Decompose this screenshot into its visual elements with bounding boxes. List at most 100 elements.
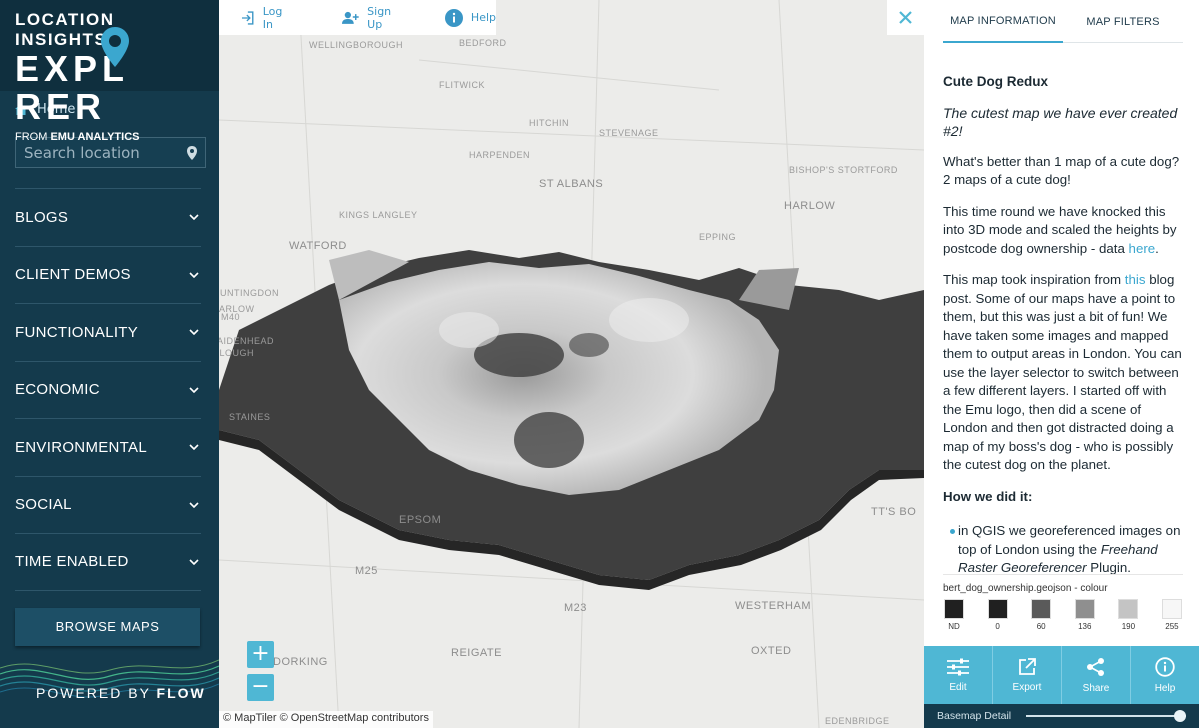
location-pin-logo-icon	[101, 27, 129, 67]
paragraph: This map took inspiration from this blog…	[943, 272, 1182, 472]
basemap-label: Basemap Detail	[937, 710, 1012, 722]
edit-button[interactable]: Edit	[924, 646, 993, 704]
nav-item-environmental[interactable]: ENVIRONMENTAL	[15, 418, 201, 476]
swatch-label: ND	[948, 622, 960, 631]
chevron-down-icon	[189, 329, 199, 336]
close-panel-button[interactable]	[887, 0, 924, 35]
how-list: in QGIS we georeferenced images on top o…	[943, 522, 1186, 578]
place-label: ST ALBANS	[539, 178, 604, 190]
list-item: in QGIS we georeferenced images on top o…	[950, 522, 1186, 578]
place-label: HARLOW	[784, 200, 836, 212]
place-label: FLITWICK	[439, 80, 485, 90]
place-label: STEVENAGE	[599, 128, 659, 138]
tab-map-information[interactable]: MAP INFORMATION	[943, 0, 1063, 43]
login-button[interactable]: Log In	[241, 5, 295, 31]
swatch-label: 60	[1036, 622, 1046, 631]
basemap-detail-slider[interactable]	[1026, 710, 1186, 722]
nav-item-economic[interactable]: ECONOMIC	[15, 360, 201, 419]
map-title: Cute Dog Redux	[943, 74, 1049, 89]
panel-tabs: MAP INFORMATION MAP FILTERS	[943, 0, 1183, 43]
map-description: Cute Dog Redux The cutest map we have ev…	[943, 73, 1186, 592]
signup-button[interactable]: Sign Up	[341, 5, 408, 31]
legend-swatch: 60	[1030, 599, 1052, 631]
place-label: DORKING	[273, 656, 328, 668]
share-button[interactable]: Share	[1062, 646, 1131, 704]
color-legend: bert_dog_ownership.geojson - colour ND 0 6…	[943, 574, 1183, 631]
legend-swatch: 255	[1161, 599, 1183, 631]
action-bar: Edit Export Share Help	[924, 646, 1199, 704]
zoom-out-button[interactable]: −	[247, 674, 274, 701]
chevron-down-icon	[189, 387, 199, 393]
swatch-label: 136	[1078, 622, 1092, 631]
tab-map-filters[interactable]: MAP FILTERS	[1063, 0, 1183, 43]
place-label: MAIDENHEAD	[219, 336, 275, 346]
swatch-label: 190	[1121, 622, 1136, 631]
place-label: M23	[564, 602, 587, 614]
place-label: STAINES	[229, 412, 271, 422]
nav-label: FUNCTIONALITY	[15, 323, 139, 341]
place-label: HUNTINGDON	[219, 288, 279, 298]
info-panel: MAP INFORMATION MAP FILTERS Cute Dog Red…	[924, 0, 1199, 728]
browse-maps-button[interactable]: BROWSE MAPS	[15, 608, 200, 646]
nav-label: BLOGS	[15, 208, 69, 226]
sliders-icon	[947, 658, 969, 675]
nav-item-functionality[interactable]: FUNCTIONALITY	[15, 303, 201, 361]
place-label: KINGS LANGLEY	[339, 210, 418, 220]
close-icon	[899, 11, 912, 24]
paragraph: This time round we have knocked this int…	[943, 203, 1177, 256]
place-label: M25	[355, 565, 378, 577]
place-label: SLOUGH	[219, 348, 255, 358]
place-label: OXTED	[751, 645, 792, 657]
place-label: EDENBRIDGE	[825, 716, 890, 726]
chevron-down-icon	[189, 444, 199, 451]
help-button[interactable]: Help	[444, 8, 496, 27]
help-panel-button[interactable]: Help	[1131, 646, 1199, 704]
top-toolbar: Log In Sign Up Help	[219, 0, 496, 35]
login-icon	[241, 10, 254, 25]
brand-from: FROM EMU ANALYTICS	[15, 131, 140, 143]
nav-item-client-demos[interactable]: CLIENT DEMOS	[15, 245, 201, 304]
nav-item-time-enabled[interactable]: TIME ENABLED	[15, 533, 201, 591]
chevron-down-icon	[189, 214, 199, 221]
edit-label: Edit	[949, 681, 967, 693]
share-label: Share	[1082, 682, 1110, 694]
place-label: TT'S BO	[871, 506, 917, 518]
chevron-down-icon	[189, 502, 199, 508]
export-button[interactable]: Export	[993, 646, 1062, 704]
place-label: WESTERHAM	[735, 600, 811, 612]
nav-label: ECONOMIC	[15, 381, 100, 399]
help-panel-label: Help	[1154, 682, 1176, 694]
brand-logo[interactable]: LOCATION INSIGHTS EXPL RER FROM EMU ANAL…	[0, 0, 219, 143]
map-canvas[interactable]: WELLINGBOROUGH BEDFORD FLITWICK HITCHIN …	[219, 0, 924, 728]
data-link[interactable]: here	[1129, 241, 1156, 256]
nav-label: TIME ENABLED	[15, 553, 129, 571]
info-icon	[1155, 656, 1175, 677]
chevron-down-icon	[189, 272, 199, 278]
place-label: MARLOW	[219, 304, 255, 314]
nav-item-blogs[interactable]: BLOGS	[15, 188, 201, 246]
legend-title: bert_dog_ownership.geojson - colour	[943, 583, 1108, 594]
map-3d-extrusion	[219, 0, 924, 728]
swatch-color	[987, 599, 1008, 619]
place-label: HARPENDEN	[469, 150, 531, 160]
map-attribution[interactable]: © MapTiler © OpenStreetMap contributors	[219, 711, 433, 728]
how-heading: How we did it:	[943, 488, 1033, 504]
nav-label: ENVIRONMENTAL	[15, 438, 147, 456]
blog-link[interactable]: this	[1125, 272, 1146, 287]
place-label: BISHOP'S STORTFORD	[789, 165, 898, 175]
location-marker-icon[interactable]	[187, 145, 197, 160]
legend-swatches: ND 0 60 136 190 255	[943, 599, 1183, 631]
powered-by-flow[interactable]: POWERED BY FLOW	[0, 654, 219, 728]
place-label: HITCHIN	[529, 118, 569, 128]
search-placeholder: Search location	[24, 143, 140, 162]
slider-handle[interactable]	[1173, 710, 1186, 722]
legend-swatch: 136	[1074, 599, 1096, 631]
nav-label: SOCIAL	[15, 496, 72, 514]
place-label: EPPING	[699, 232, 737, 242]
external-link-icon	[1019, 657, 1036, 675]
paragraph: What's better than 1 map of a cute dog? …	[943, 153, 1180, 188]
nav-item-social[interactable]: SOCIAL	[15, 475, 201, 534]
swatch-color	[1161, 599, 1182, 619]
swatch-label: 0	[995, 622, 1000, 631]
zoom-in-button[interactable]: +	[247, 641, 274, 668]
